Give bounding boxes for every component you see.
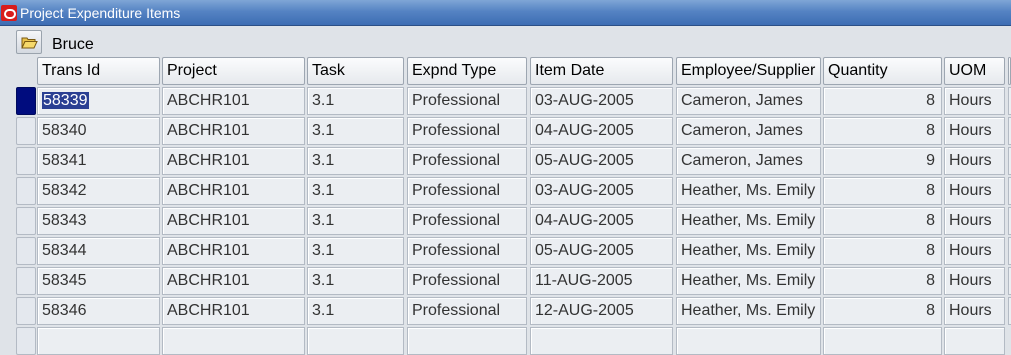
cell-project[interactable]: ABCHR101 (162, 147, 305, 175)
column-header-trans-id[interactable]: Trans Id (37, 57, 160, 85)
cell-project[interactable]: ABCHR101 (162, 87, 305, 115)
record-selector[interactable] (16, 267, 36, 295)
cell-expnd-type[interactable]: Professional (407, 207, 527, 235)
cell-project[interactable]: ABCHR101 (162, 117, 305, 145)
cell-expnd-type[interactable]: Professional (407, 147, 527, 175)
cell-task[interactable]: 3.1 (307, 147, 404, 175)
cell-item-date[interactable]: 05-AUG-2005 (530, 147, 673, 175)
cell-trans-id[interactable]: 58344 (37, 237, 160, 265)
cell-expnd-type[interactable]: Professional (407, 117, 527, 145)
cell-empty[interactable] (162, 327, 305, 355)
oracle-app-icon (1, 5, 17, 21)
record-selector[interactable] (16, 147, 36, 175)
cell-empty[interactable] (307, 327, 404, 355)
cell-task[interactable]: 3.1 (307, 117, 404, 145)
cell-task[interactable]: 3.1 (307, 207, 404, 235)
cell-employee-supplier[interactable]: Heather, Ms. Emily (676, 237, 821, 265)
cell-quantity[interactable]: 8 (823, 87, 942, 115)
cell-item-date[interactable]: 04-AUG-2005 (530, 207, 673, 235)
cell-employee-supplier[interactable]: Cameron, James (676, 87, 821, 115)
cell-uom[interactable]: Hours (944, 267, 1005, 295)
cell-trans-id[interactable]: 58346 (37, 297, 160, 325)
cell-item-date[interactable]: 04-AUG-2005 (530, 117, 673, 145)
cell-task[interactable]: 3.1 (307, 237, 404, 265)
cell-task[interactable]: 3.1 (307, 177, 404, 205)
cell-uom[interactable]: Hours (944, 117, 1005, 145)
cell-project[interactable]: ABCHR101 (162, 207, 305, 235)
cell-empty[interactable] (823, 327, 942, 355)
cell-trans-id[interactable]: 58339 (37, 87, 160, 115)
cell-employee-supplier[interactable]: Heather, Ms. Emily (676, 177, 821, 205)
column-header-project[interactable]: Project (162, 57, 305, 85)
folder-name: Bruce (52, 36, 94, 53)
window-titlebar[interactable]: Project Expenditure Items (0, 0, 1011, 26)
record-selector[interactable] (16, 297, 36, 325)
open-folder-icon (21, 37, 38, 49)
cell-project[interactable]: ABCHR101 (162, 297, 305, 325)
column-header-task[interactable]: Task (307, 57, 404, 85)
cell-trans-id[interactable]: 58342 (37, 177, 160, 205)
record-selector[interactable] (16, 117, 36, 145)
column-header-quantity[interactable]: Quantity (823, 57, 942, 85)
cell-expnd-type[interactable]: Professional (407, 267, 527, 295)
cell-item-date[interactable]: 12-AUG-2005 (530, 297, 673, 325)
cell-task[interactable]: 3.1 (307, 267, 404, 295)
cell-empty[interactable] (530, 327, 673, 355)
column-header-item-date[interactable]: Item Date (530, 57, 673, 85)
cell-quantity[interactable]: 8 (823, 207, 942, 235)
cell-empty[interactable] (37, 327, 160, 355)
cell-employee-supplier[interactable]: Heather, Ms. Emily (676, 207, 821, 235)
cell-empty[interactable] (944, 327, 1005, 355)
cell-empty[interactable] (407, 327, 527, 355)
cell-item-date[interactable]: 03-AUG-2005 (530, 177, 673, 205)
cell-uom[interactable]: Hours (944, 147, 1005, 175)
cell-employee-supplier[interactable]: Heather, Ms. Emily (676, 297, 821, 325)
cell-quantity[interactable]: 8 (823, 237, 942, 265)
record-selector[interactable] (16, 237, 36, 265)
cell-expnd-type[interactable]: Professional (407, 87, 527, 115)
column-header-uom[interactable]: UOM (944, 57, 1005, 85)
cell-trans-id[interactable]: 58343 (37, 207, 160, 235)
cell-quantity[interactable]: 8 (823, 177, 942, 205)
open-folder-button[interactable] (16, 30, 42, 54)
cell-quantity[interactable]: 8 (823, 297, 942, 325)
record-selector[interactable] (16, 177, 36, 205)
cell-empty[interactable] (676, 327, 821, 355)
cell-expnd-type[interactable]: Professional (407, 297, 527, 325)
cell-quantity[interactable]: 8 (823, 117, 942, 145)
cell-uom[interactable]: Hours (944, 177, 1005, 205)
cell-uom[interactable]: Hours (944, 207, 1005, 235)
cell-project[interactable]: ABCHR101 (162, 267, 305, 295)
record-selector[interactable] (16, 207, 36, 235)
window-title: Project Expenditure Items (20, 5, 181, 21)
column-header-employee-supplier[interactable]: Employee/Supplier (676, 57, 821, 85)
cell-expnd-type[interactable]: Professional (407, 237, 527, 265)
cell-item-date[interactable]: 05-AUG-2005 (530, 237, 673, 265)
record-selector[interactable] (16, 87, 36, 115)
cell-quantity[interactable]: 9 (823, 147, 942, 175)
cell-uom[interactable]: Hours (944, 87, 1005, 115)
cell-item-date[interactable]: 03-AUG-2005 (530, 87, 673, 115)
cell-employee-supplier[interactable]: Heather, Ms. Emily (676, 267, 821, 295)
cell-task[interactable]: 3.1 (307, 297, 404, 325)
cell-item-date[interactable]: 11-AUG-2005 (530, 267, 673, 295)
cell-task[interactable]: 3.1 (307, 87, 404, 115)
cell-quantity[interactable]: 8 (823, 267, 942, 295)
record-selector[interactable] (16, 327, 36, 355)
selected-text: 58339 (42, 92, 89, 109)
cell-trans-id[interactable]: 58341 (37, 147, 160, 175)
cell-project[interactable]: ABCHR101 (162, 237, 305, 265)
cell-trans-id[interactable]: 58340 (37, 117, 160, 145)
cell-uom[interactable]: Hours (944, 237, 1005, 265)
cell-uom[interactable]: Hours (944, 297, 1005, 325)
cell-trans-id[interactable]: 58345 (37, 267, 160, 295)
cell-employee-supplier[interactable]: Cameron, James (676, 117, 821, 145)
cell-employee-supplier[interactable]: Cameron, James (676, 147, 821, 175)
cell-expnd-type[interactable]: Professional (407, 177, 527, 205)
column-header-expnd-type[interactable]: Expnd Type (407, 57, 527, 85)
cell-project[interactable]: ABCHR101 (162, 177, 305, 205)
